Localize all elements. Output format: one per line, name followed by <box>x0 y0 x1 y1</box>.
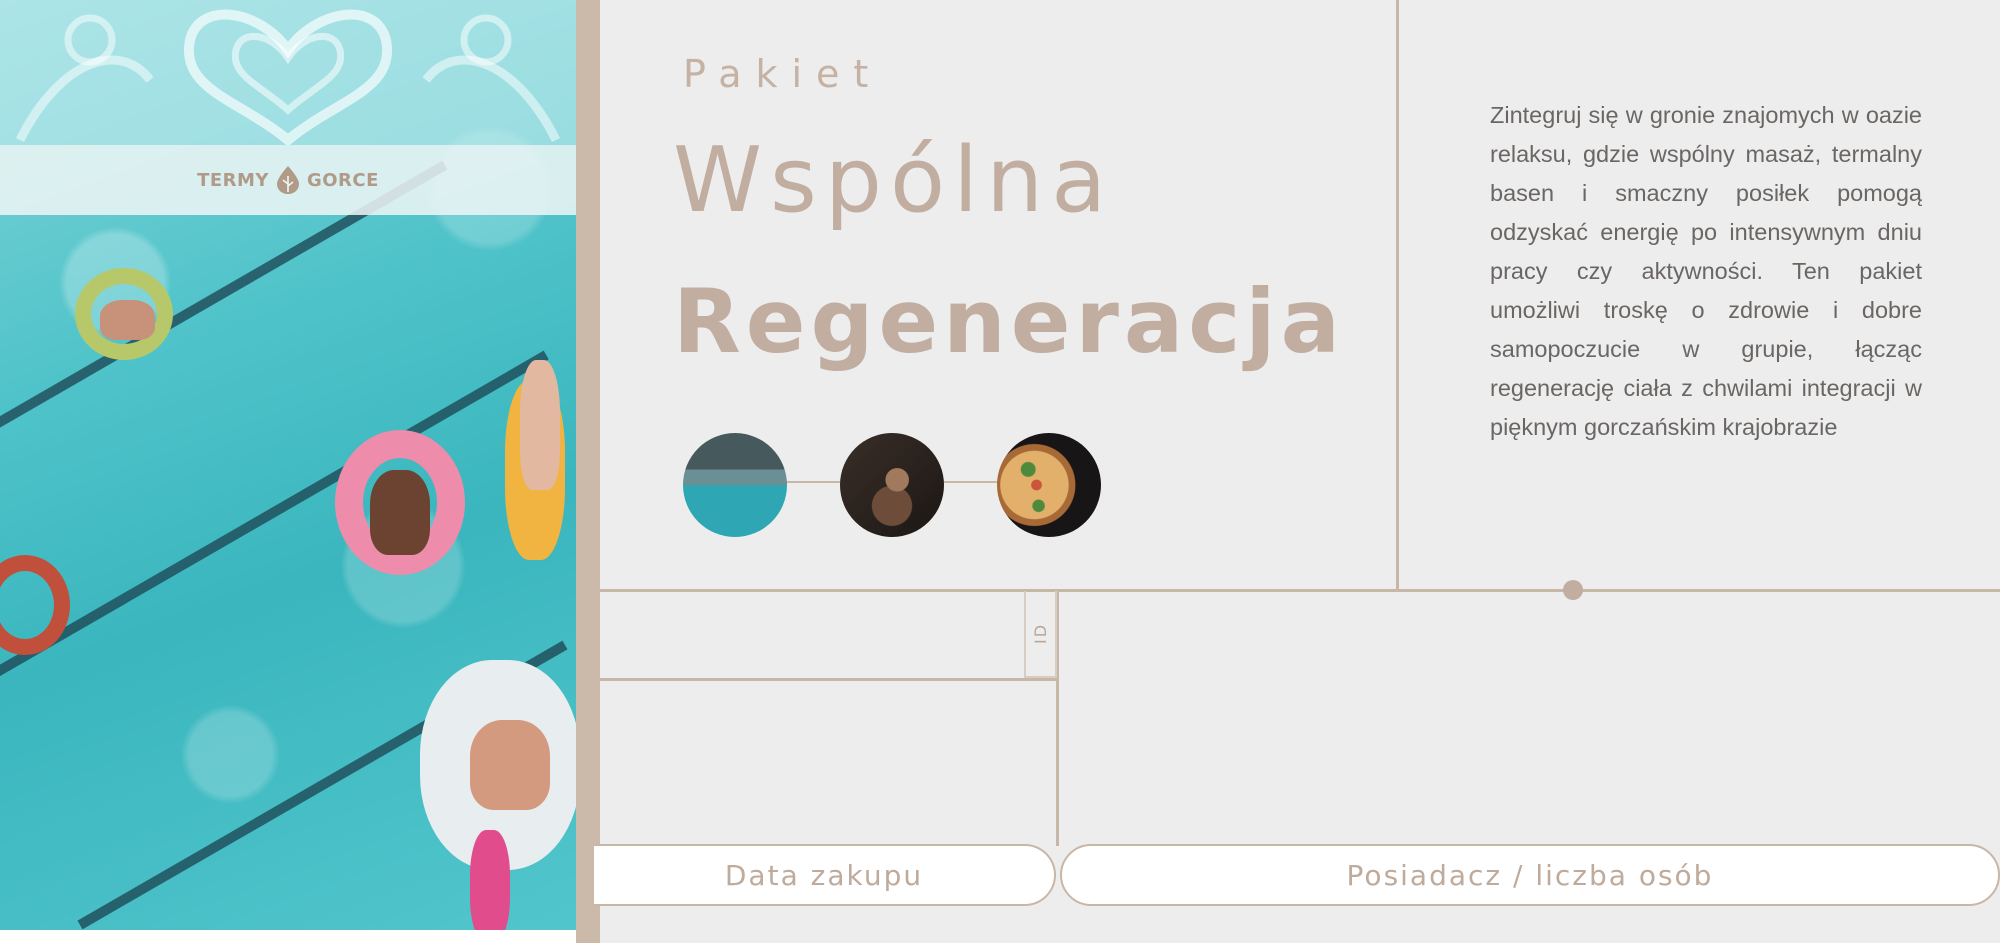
voucher-content: Pakiet Wspólna Regeneracja Zintegruj się… <box>594 0 2000 943</box>
title-light: Wspólna <box>673 128 1115 233</box>
logo: TERMY GORCE <box>0 145 576 215</box>
divider-dot <box>1563 580 1583 600</box>
leaf-icon <box>276 166 299 194</box>
swimmer <box>470 720 550 810</box>
package-label: Pakiet <box>683 52 883 96</box>
id-row-divider <box>600 678 1058 681</box>
relax-thumbnail <box>840 433 944 537</box>
unicorn-horn <box>470 830 510 943</box>
package-description: Zintegruj się w gronie znajomych w oazie… <box>1490 102 1922 440</box>
bottom-strip <box>0 930 576 943</box>
title-bold: Regeneracja <box>673 270 1345 373</box>
separator-bar <box>576 0 600 943</box>
swimmer <box>520 360 560 490</box>
ornament-pattern <box>0 0 576 147</box>
pool-thumbnail <box>683 433 787 537</box>
id-label: ID <box>1030 622 1050 645</box>
purchase-date-field[interactable]: Data zakupu <box>594 844 1056 906</box>
swimmer <box>100 300 155 340</box>
pizza-thumbnail <box>997 433 1101 537</box>
logo-text-left: TERMY <box>197 169 269 191</box>
logo-text-right: GORCE <box>306 169 379 191</box>
swimmer <box>370 470 430 555</box>
pool-photo-panel: TERMY GORCE <box>0 0 576 943</box>
vertical-divider <box>1396 0 1399 590</box>
holder-field[interactable]: Posiadacz / liczba osób <box>1060 844 2000 906</box>
id-box: ID <box>1024 591 1057 678</box>
horizontal-divider <box>600 589 2000 592</box>
voucher: TERMY GORCE Pakiet Wspólna Regeneracja Z… <box>0 0 2000 943</box>
